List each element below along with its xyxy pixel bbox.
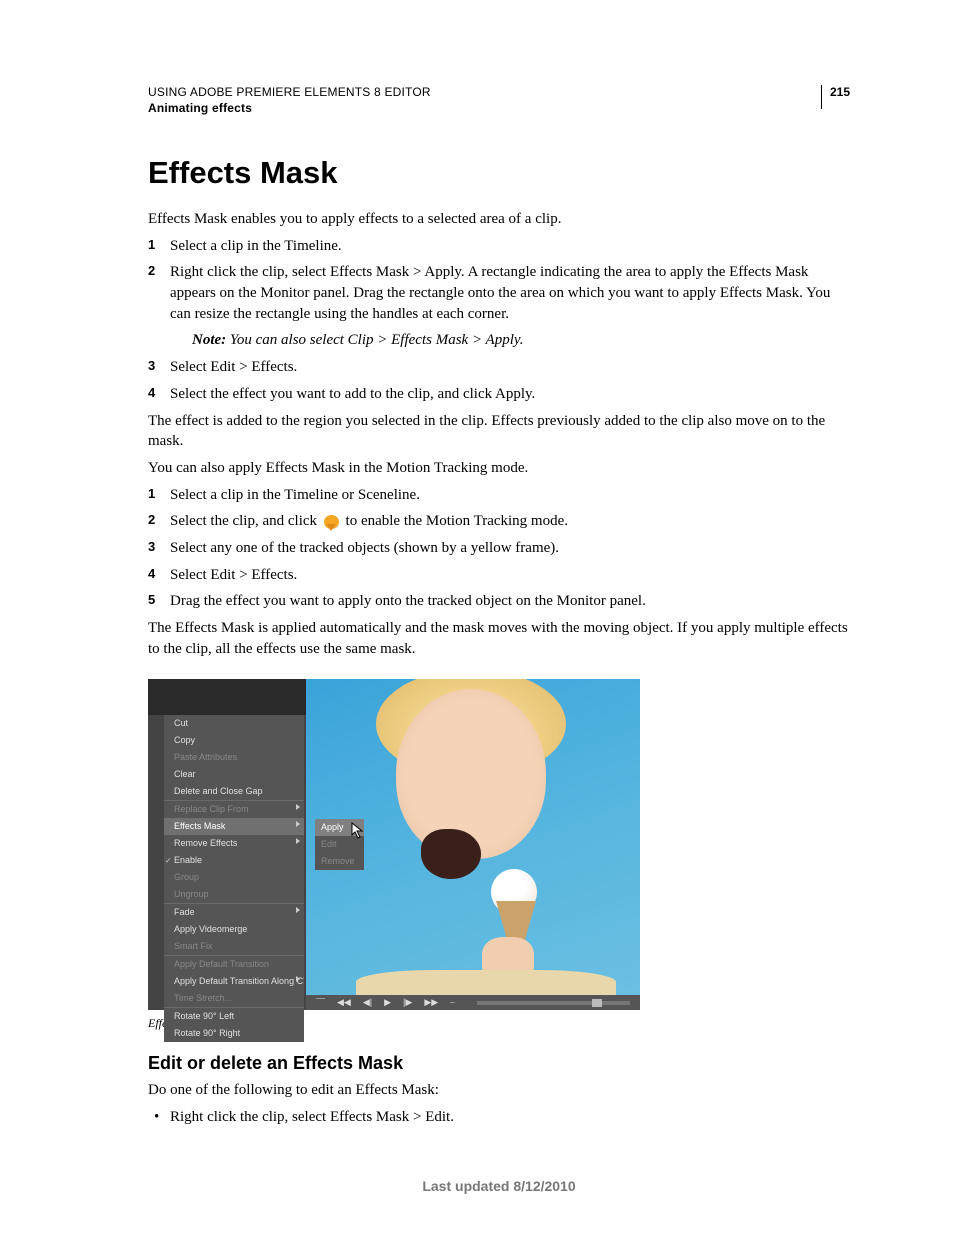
ctx-cut[interactable]: Cut bbox=[164, 715, 304, 732]
section-subhead: Animating effects bbox=[148, 101, 821, 115]
ctx-time-stretch: Time Stretch... bbox=[164, 990, 304, 1007]
step-text: Right click the clip, select Effects Mas… bbox=[170, 264, 830, 321]
playbar-play-icon[interactable]: ▶ bbox=[384, 997, 391, 1008]
page-header: USING ADOBE PREMIERE ELEMENTS 8 EDITOR A… bbox=[148, 85, 850, 115]
subsection-heading: Edit or delete an Effects Mask bbox=[148, 1053, 850, 1074]
ctx-rotate-right[interactable]: Rotate 90° Right bbox=[164, 1025, 304, 1042]
playbar-set-in-icon[interactable]: ⎺ bbox=[316, 997, 325, 1008]
ctx-effects-mask[interactable]: Effects Mask bbox=[164, 818, 304, 835]
note-label: Note: bbox=[192, 332, 226, 348]
body-paragraph: The Effects Mask is applied automaticall… bbox=[148, 618, 850, 659]
step-text-post: to enable the Motion Tracking mode. bbox=[342, 513, 568, 529]
playbar-fastfwd-icon[interactable]: ▶▶ bbox=[424, 997, 438, 1008]
body-paragraph: Do one of the following to edit an Effec… bbox=[148, 1080, 850, 1101]
step-item: Select a clip in the Timeline. bbox=[148, 236, 850, 257]
figure-topbar bbox=[148, 679, 306, 715]
chevron-right-icon bbox=[296, 976, 300, 982]
playback-bar: ⎺ ◀◀ ◀| ▶ |▶ ▶▶ ⎯ bbox=[306, 995, 640, 1010]
ctx-apply-videomerge[interactable]: Apply Videomerge bbox=[164, 921, 304, 938]
ctx-apply-default-transition-cti[interactable]: Apply Default Transition Along CTI bbox=[164, 973, 304, 990]
page-title: Effects Mask bbox=[148, 155, 850, 191]
ctx-label: Effects Mask bbox=[174, 821, 225, 831]
chevron-right-icon bbox=[296, 804, 300, 810]
body-paragraph: The effect is added to the region you se… bbox=[148, 411, 850, 452]
ctx-label: Replace Clip From bbox=[174, 804, 249, 814]
step-item: Select the effect you want to add to the… bbox=[148, 384, 850, 405]
page-number: 215 bbox=[821, 85, 850, 109]
ctx-smart-fix: Smart Fix bbox=[164, 938, 304, 955]
ctx-fade[interactable]: Fade bbox=[164, 904, 304, 921]
step-item: Select Edit > Effects. bbox=[148, 357, 850, 378]
intro-paragraph: Effects Mask enables you to apply effect… bbox=[148, 209, 850, 230]
ctx-ungroup: Ungroup bbox=[164, 886, 304, 903]
note-text: You can also select Clip > Effects Mask … bbox=[226, 332, 523, 348]
ctx-label: Enable bbox=[174, 855, 202, 865]
step-item: Select any one of the tracked objects (s… bbox=[148, 538, 850, 559]
figure-effects-masking: Cut Copy Paste Attributes Clear Delete a… bbox=[148, 679, 640, 1010]
playbar-rewind-icon[interactable]: ◀◀ bbox=[337, 997, 351, 1008]
sub-remove: Remove bbox=[315, 853, 364, 870]
figure-child-head bbox=[396, 689, 546, 859]
context-menu: Cut Copy Paste Attributes Clear Delete a… bbox=[164, 715, 304, 1042]
figure-child-mouth bbox=[421, 829, 481, 879]
ctx-enable[interactable]: ✓Enable bbox=[164, 852, 304, 869]
step-item: Drag the effect you want to apply onto t… bbox=[148, 591, 850, 612]
playbar-step-back-icon[interactable]: ◀| bbox=[363, 997, 372, 1008]
body-paragraph: You can also apply Effects Mask in the M… bbox=[148, 458, 850, 479]
check-icon: ✓ bbox=[165, 854, 172, 867]
note: Note: You can also select Clip > Effects… bbox=[192, 330, 850, 351]
ctx-apply-default-transition: Apply Default Transition bbox=[164, 956, 304, 973]
ctx-label: Remove Effects bbox=[174, 838, 237, 848]
ctx-clear[interactable]: Clear bbox=[164, 766, 304, 783]
ctx-label: Fade bbox=[174, 907, 195, 917]
ctx-group: Group bbox=[164, 869, 304, 886]
chevron-right-icon bbox=[296, 838, 300, 844]
step-text-pre: Select the clip, and click bbox=[170, 513, 321, 529]
ctx-paste-attributes: Paste Attributes bbox=[164, 749, 304, 766]
step-item: Select the clip, and click to enable the… bbox=[148, 511, 850, 532]
ctx-label: Apply Default Transition Along CTI bbox=[174, 976, 304, 986]
steps-list-b: Select a clip in the Timeline or Sceneli… bbox=[148, 485, 850, 612]
bullet-list: Right click the clip, select Effects Mas… bbox=[148, 1107, 850, 1128]
ctx-delete-close-gap[interactable]: Delete and Close Gap bbox=[164, 783, 304, 800]
ctx-replace-clip-from: Replace Clip From bbox=[164, 801, 304, 818]
chevron-right-icon bbox=[296, 821, 300, 827]
cursor-icon bbox=[351, 822, 365, 840]
running-head: USING ADOBE PREMIERE ELEMENTS 8 EDITOR bbox=[148, 85, 821, 99]
step-item: Right click the clip, select Effects Mas… bbox=[148, 262, 850, 351]
playbar-step-fwd-icon[interactable]: |▶ bbox=[403, 997, 412, 1008]
playbar-shuttle-thumb[interactable] bbox=[592, 999, 602, 1007]
playbar-shuttle-slider[interactable] bbox=[477, 1001, 630, 1005]
steps-list-a: Select a clip in the Timeline. Right cli… bbox=[148, 236, 850, 405]
chevron-right-icon bbox=[296, 907, 300, 913]
ctx-copy[interactable]: Copy bbox=[164, 732, 304, 749]
step-item: Select a clip in the Timeline or Sceneli… bbox=[148, 485, 850, 506]
ctx-rotate-left[interactable]: Rotate 90° Left bbox=[164, 1008, 304, 1025]
ctx-remove-effects[interactable]: Remove Effects bbox=[164, 835, 304, 852]
motion-tracking-icon bbox=[324, 515, 339, 529]
page-footer: Last updated 8/12/2010 bbox=[148, 1178, 850, 1194]
step-item: Select Edit > Effects. bbox=[148, 565, 850, 586]
playbar-set-out-icon[interactable]: ⎯ bbox=[450, 997, 455, 1008]
bullet-item: Right click the clip, select Effects Mas… bbox=[148, 1107, 850, 1128]
